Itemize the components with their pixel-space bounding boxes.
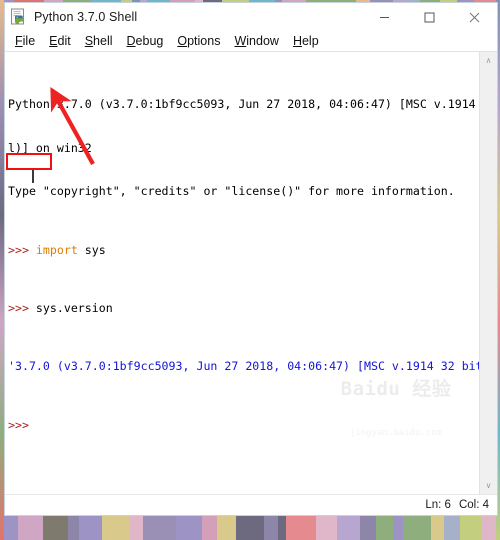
menu-label-window: indow [246, 34, 279, 48]
wallpaper-cell [78, 516, 103, 540]
console-keyword: import [35, 242, 78, 257]
wallpaper-cell [285, 516, 317, 540]
menu-mnemonic-edit: E [49, 34, 58, 48]
wallpaper-strip [0, 516, 500, 540]
menu-mnemonic-shell: S [84, 34, 94, 48]
console-line: Python 3.7.0 (v3.7.0:1bf9cc5093, Jun 27 … [8, 97, 479, 112]
minimize-button[interactable] [362, 3, 407, 31]
console-line: Type "copyright", "credits" or "license(… [8, 184, 479, 199]
menu-label-edit: dit [57, 34, 71, 48]
console-prompt: >>> [8, 301, 36, 316]
wallpaper-cell [236, 516, 264, 540]
menu-mnemonic-window: W [234, 34, 247, 48]
wallpaper-cell [43, 516, 69, 540]
console-line: >>> import sys [8, 243, 479, 258]
menu-label-options: ptions [187, 34, 221, 48]
vertical-scrollbar[interactable]: ∧ ∨ [479, 52, 497, 494]
title-bar[interactable]: Python 3.7.0 Shell [5, 3, 497, 31]
menu-label-shell: hell [93, 34, 113, 48]
menu-label-help: elp [301, 34, 319, 48]
console-line: >>> [8, 418, 479, 433]
console-prompt: >>> [8, 417, 36, 432]
menu-item-help[interactable]: Help [286, 31, 326, 51]
python-idle-icon [10, 8, 28, 26]
wallpaper-cell [201, 516, 217, 540]
wallpaper-cell [129, 516, 143, 540]
console-text: Python 3.7.0 (v3.7.0:1bf9cc5093, Jun 27 … [8, 96, 476, 111]
scroll-up-icon[interactable]: ∧ [480, 52, 497, 69]
text-caret [32, 170, 34, 183]
shell-output-text[interactable]: Python 3.7.0 (v3.7.0:1bf9cc5093, Jun 27 … [5, 52, 479, 494]
status-line-number: Ln: 6 [425, 499, 451, 511]
menu-item-options[interactable]: Options [170, 31, 227, 51]
wallpaper-cell [18, 516, 44, 540]
menu-mnemonic-help: H [292, 34, 302, 48]
console-output: '3.7.0 (v3.7.0:1bf9cc5093, Jun 27 2018, … [8, 359, 479, 374]
menu-mnemonic-options: O [177, 34, 188, 48]
menu-bar: File Edit Shell Debug Options Window Hel… [5, 31, 497, 51]
maximize-button[interactable] [407, 3, 452, 31]
window-title: Python 3.7.0 Shell [34, 10, 138, 24]
menu-mnemonic-file: F [15, 34, 23, 48]
menu-mnemonic-debug: D [126, 34, 136, 48]
version-highlight-box [6, 153, 52, 170]
wallpaper-cell [264, 516, 278, 540]
watermark-title: Baidu 经验 [340, 377, 452, 400]
menu-item-shell[interactable]: Shell [78, 31, 120, 51]
console-text: sys [77, 242, 106, 257]
wallpaper-cell [376, 516, 393, 540]
menu-item-file[interactable]: File [8, 31, 42, 51]
menu-item-edit[interactable]: Edit [42, 31, 78, 51]
wallpaper-cell [392, 516, 403, 540]
console-prompt: >>> [8, 242, 36, 257]
console-line: l)] on win32 [8, 141, 479, 156]
wallpaper-cell [336, 516, 360, 540]
wallpaper-cell [402, 516, 431, 540]
wallpaper-cell [216, 516, 237, 540]
window-controls [362, 3, 497, 31]
console-line: >>> sys.version [8, 301, 479, 316]
scroll-down-icon[interactable]: ∨ [480, 477, 497, 494]
console-text: Type "copyright", "credits" or "license(… [8, 184, 455, 199]
wallpaper-cell [68, 516, 79, 540]
wallpaper-cell [175, 516, 202, 540]
wallpaper-cell [277, 516, 286, 540]
console-area: Python 3.7.0 (v3.7.0:1bf9cc5093, Jun 27 … [5, 51, 497, 494]
idle-shell-window: Python 3.7.0 Shell File Edit Shell Debug… [4, 2, 498, 516]
wallpaper-cell [142, 516, 176, 540]
status-bar: Ln: 6 Col: 4 [5, 494, 497, 515]
console-text: l)] on win32 [8, 140, 92, 155]
status-column-number: Col: 4 [458, 499, 489, 511]
wallpaper-cell [359, 516, 377, 540]
menu-label-debug: ebug [135, 34, 164, 48]
menu-item-debug[interactable]: Debug [120, 31, 171, 51]
wallpaper-cell [118, 516, 130, 540]
menu-item-window[interactable]: Window [227, 31, 285, 51]
wallpaper-cell [102, 516, 119, 540]
console-text: sys.version [35, 301, 113, 316]
scrollbar-track[interactable] [480, 69, 497, 477]
console-line: '3.7.0 (v3.7.0:1bf9cc5093, Jun 27 2018, … [8, 359, 479, 374]
close-button[interactable] [452, 3, 497, 31]
wallpaper-cell [443, 516, 461, 540]
wallpaper-cell [460, 516, 482, 540]
wallpaper-cell [430, 516, 444, 540]
menu-label-file: ile [22, 34, 36, 48]
wallpaper-cell [316, 516, 337, 540]
